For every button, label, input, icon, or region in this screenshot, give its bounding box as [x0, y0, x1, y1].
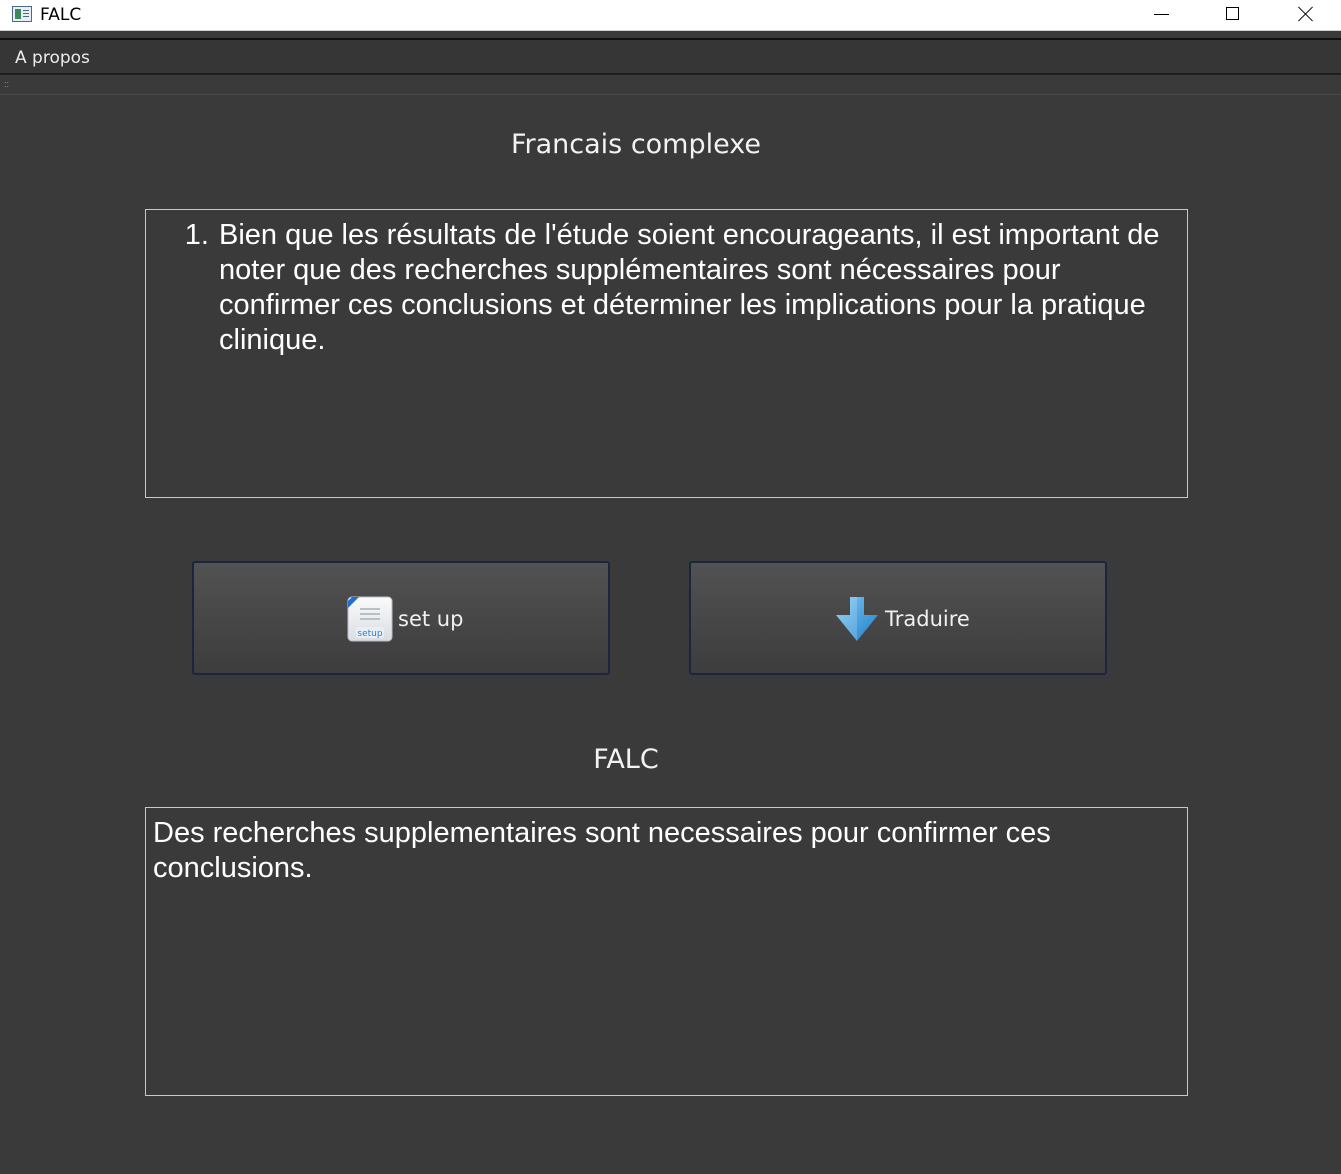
- arrow-down-icon: [836, 597, 878, 641]
- title-bar[interactable]: FALC: [0, 0, 1341, 31]
- translate-button-label: Traduire: [885, 607, 970, 631]
- complex-text-input[interactable]: Bien que les résultats de l'étude soient…: [145, 209, 1188, 498]
- minimize-button[interactable]: [1125, 0, 1197, 30]
- toolbar-grip-icon[interactable]: ::: [4, 80, 9, 89]
- setup-icon: setup: [347, 596, 393, 642]
- window-title: FALC: [40, 5, 82, 25]
- maximize-button[interactable]: [1197, 0, 1269, 30]
- app-window: FALC A propos :: Francais complexe Bien …: [0, 0, 1341, 1174]
- setup-button-label: set up: [398, 607, 464, 631]
- maximize-icon: [1226, 7, 1239, 20]
- close-icon: [1298, 6, 1314, 22]
- output-section-label: FALC: [593, 744, 659, 775]
- input-list-item: Bien que les résultats de l'étude soient…: [217, 218, 1167, 358]
- svg-text:setup: setup: [357, 629, 382, 639]
- input-list: Bien que les résultats de l'étude soient…: [146, 210, 1187, 358]
- falc-text-output[interactable]: Des recherches supplementaires sont nece…: [145, 807, 1188, 1096]
- output-text: Des recherches supplementaires sont nece…: [153, 817, 1051, 884]
- app-icon: [12, 6, 32, 22]
- menu-item-a-propos[interactable]: A propos: [15, 48, 90, 68]
- menu-bar: A propos: [0, 38, 1341, 75]
- input-section-label: Francais complexe: [510, 129, 762, 160]
- translate-button[interactable]: Traduire: [689, 561, 1107, 675]
- setup-button[interactable]: setup set up: [192, 561, 610, 675]
- toolbar-divider: [0, 94, 1341, 95]
- minimize-icon: [1154, 14, 1169, 15]
- close-button[interactable]: [1269, 0, 1341, 30]
